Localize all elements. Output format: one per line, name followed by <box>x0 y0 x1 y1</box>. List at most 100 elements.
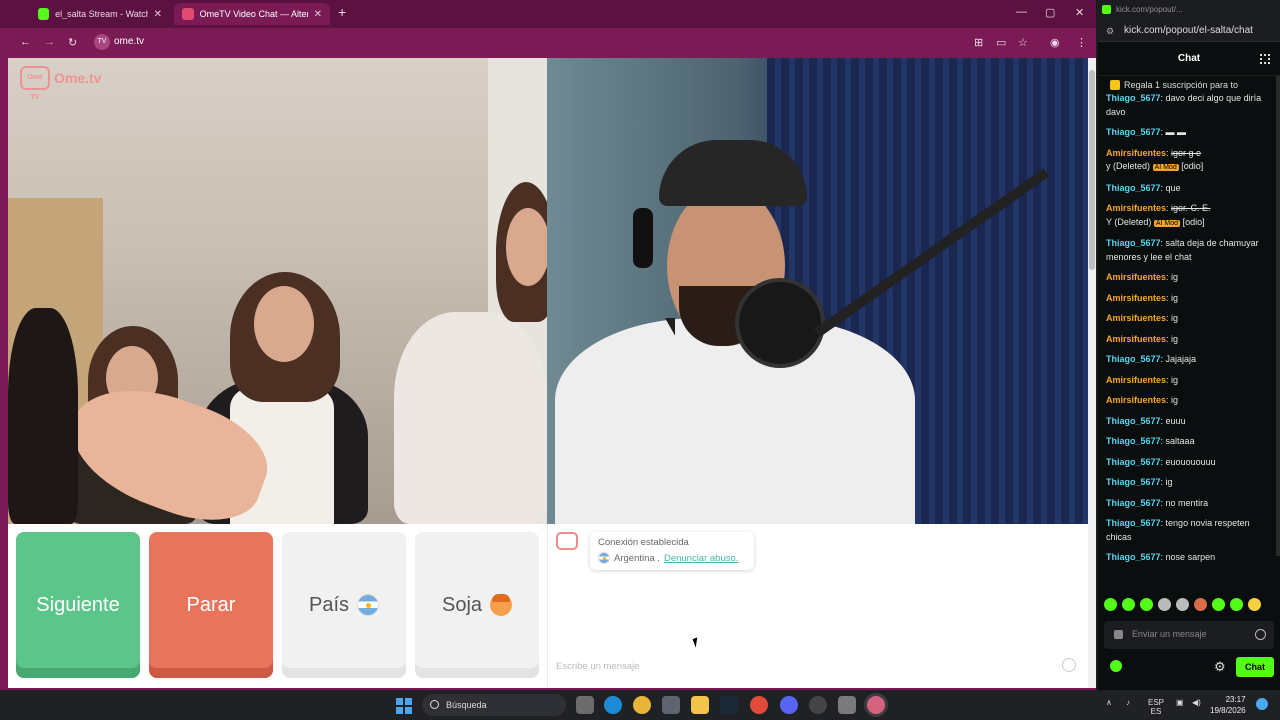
chat-username[interactable]: Thiago_5677 <box>1106 183 1161 193</box>
popout-url[interactable]: kick.com/popout/el-salta/chat <box>1124 25 1253 36</box>
clock[interactable]: 23:17 19/8/2026 <box>1210 694 1246 716</box>
chat-username[interactable]: Thiago_5677 <box>1106 477 1161 487</box>
chat-username[interactable]: Thiago_5677 <box>1106 518 1161 528</box>
cast-icon[interactable]: ▭ <box>996 36 1006 49</box>
emote-bar <box>1104 598 1261 614</box>
url-text[interactable]: ome.tv <box>114 36 144 47</box>
stop-button[interactable]: Parar <box>149 532 273 678</box>
scrollbar-thumb[interactable] <box>1089 70 1095 270</box>
language-indicator[interactable]: ESP ES <box>1148 698 1164 716</box>
chat-username[interactable]: Thiago_5677 <box>1106 498 1161 508</box>
country-label: País <box>308 593 350 616</box>
close-tab-icon[interactable]: ✕ <box>314 9 322 20</box>
emote-icon[interactable] <box>1230 598 1243 611</box>
pinned-gift-banner[interactable]: Regala 1 suscripción para to <box>1098 76 1280 92</box>
forward-icon[interactable]: → <box>44 36 55 48</box>
gear-icon[interactable]: ⚙ <box>1214 659 1226 675</box>
site-settings-icon[interactable]: ⚙ <box>1106 26 1114 37</box>
chrome-icon[interactable] <box>633 696 651 714</box>
chat-text: ig <box>1165 477 1173 487</box>
chat-header: Chat <box>1098 42 1280 76</box>
next-label: Siguiente <box>36 593 120 616</box>
store-icon[interactable] <box>662 696 680 714</box>
emote-icon[interactable] <box>1248 598 1261 611</box>
tab-kick[interactable]: el_salta Stream - Watch Live on Kick ✕ <box>30 3 170 25</box>
ometv-favicon-icon <box>182 8 194 20</box>
windows-start-icon[interactable] <box>396 698 412 714</box>
file-explorer-icon[interactable] <box>691 696 709 714</box>
kick-message-input[interactable]: Enviar un mensaje <box>1104 621 1274 649</box>
minimize-icon[interactable]: — <box>1016 6 1027 18</box>
send-chat-button[interactable]: Chat <box>1236 657 1274 677</box>
kick-logo-icon[interactable] <box>1110 660 1122 672</box>
emote-icon[interactable] <box>1122 598 1135 611</box>
emote-icon[interactable] <box>1194 598 1207 611</box>
edge-icon[interactable] <box>604 696 622 714</box>
chat-text: ig <box>1171 292 1179 303</box>
message-input[interactable]: Escribe un mensaje <box>556 661 1036 672</box>
reload-icon[interactable]: ↻ <box>68 36 77 49</box>
notification-icon[interactable] <box>1256 698 1268 710</box>
chat-username[interactable]: Thiago_5677 <box>1106 457 1161 467</box>
chat-username[interactable]: Amirsifuentes <box>1106 334 1166 344</box>
emote-icon[interactable] <box>1176 598 1189 611</box>
mic-icon[interactable]: ♪ <box>1126 698 1130 707</box>
stranger-video: Ome TV Ome.tv <box>8 58 547 524</box>
tab-ometv[interactable]: OmeTV Video Chat — Alternative ✕ <box>174 3 330 25</box>
page-scrollbar[interactable] <box>1088 58 1096 688</box>
gender-button[interactable]: Soja <box>415 532 539 678</box>
chat-username[interactable]: Thiago_5677 <box>1106 354 1161 364</box>
profile-icon[interactable]: ◉ <box>1050 36 1060 49</box>
chat-username[interactable]: Amirsifuentes <box>1106 148 1166 158</box>
emoji-icon[interactable] <box>1255 629 1266 640</box>
kick-input-placeholder: Enviar un mensaje <box>1132 629 1207 639</box>
task-view-icon[interactable] <box>576 696 594 714</box>
volume-icon[interactable]: ◀) <box>1192 698 1201 707</box>
argentina-flag-icon <box>357 594 380 616</box>
menu-dots-icon[interactable]: ⋮ <box>1076 36 1087 49</box>
chat-username[interactable]: Amirsifuentes <box>1106 375 1166 385</box>
chat-username[interactable]: Thiago_5677 <box>1106 127 1161 137</box>
emote-icon[interactable] <box>1212 598 1225 611</box>
bookmark-star-icon[interactable]: ☆ <box>1018 36 1028 49</box>
chat-scrollbar[interactable] <box>1276 76 1280 556</box>
chat-username[interactable]: Amirsifuentes <box>1106 293 1166 303</box>
chat-options-icon[interactable] <box>1260 54 1270 64</box>
obs-icon[interactable] <box>809 696 827 714</box>
chat-username[interactable]: Thiago_5677 <box>1106 93 1161 103</box>
chrome-active-icon[interactable] <box>867 696 885 714</box>
calculator-icon[interactable] <box>838 696 856 714</box>
emote-icon[interactable] <box>1158 598 1171 611</box>
chrome-profile-icon[interactable] <box>750 696 768 714</box>
tray-chevron-icon[interactable]: ∧ <box>1106 698 1112 707</box>
maximize-icon[interactable]: ▢ <box>1045 6 1055 19</box>
chat-username[interactable]: Thiago_5677 <box>1106 238 1161 248</box>
new-tab-icon[interactable]: + <box>338 4 346 20</box>
emote-icon[interactable] <box>1104 598 1117 611</box>
steam-icon[interactable] <box>720 696 738 714</box>
chat-username[interactable]: Thiago_5677 <box>1106 436 1161 446</box>
taskbar-search[interactable]: Búsqueda <box>422 694 566 716</box>
translate-icon[interactable]: ⊞ <box>974 36 983 49</box>
chat-username[interactable]: Thiago_5677 <box>1106 552 1161 562</box>
chat-username[interactable]: Amirsifuentes <box>1106 395 1166 405</box>
person-silhouette <box>8 308 78 524</box>
close-window-icon[interactable]: ✕ <box>1075 6 1084 19</box>
chat-username[interactable]: Amirsifuentes <box>1106 313 1166 323</box>
chat-username[interactable]: Amirsifuentes <box>1106 203 1166 213</box>
back-icon[interactable]: ← <box>20 36 31 48</box>
report-abuse-link[interactable]: Denunciar abuso. <box>664 553 738 564</box>
next-button[interactable]: Siguiente <box>16 532 140 678</box>
discord-icon[interactable] <box>780 696 798 714</box>
network-icon[interactable]: ▣ <box>1176 698 1184 707</box>
chat-username[interactable]: Amirsifuentes <box>1106 272 1166 282</box>
chat-username[interactable]: Thiago_5677 <box>1106 416 1161 426</box>
chat-message: Amirsifuentes: ig <box>1106 313 1179 323</box>
emoji-icon[interactable] <box>1062 658 1076 672</box>
site-info-icon[interactable]: TV <box>94 34 110 50</box>
browser-window: el_salta Stream - Watch Live on Kick ✕ O… <box>0 0 1096 690</box>
country-button[interactable]: País <box>282 532 406 678</box>
close-tab-icon[interactable]: ✕ <box>154 9 162 20</box>
emote-icon[interactable] <box>1140 598 1153 611</box>
ometv-logo[interactable]: Ome TV Ome.tv <box>20 66 101 101</box>
